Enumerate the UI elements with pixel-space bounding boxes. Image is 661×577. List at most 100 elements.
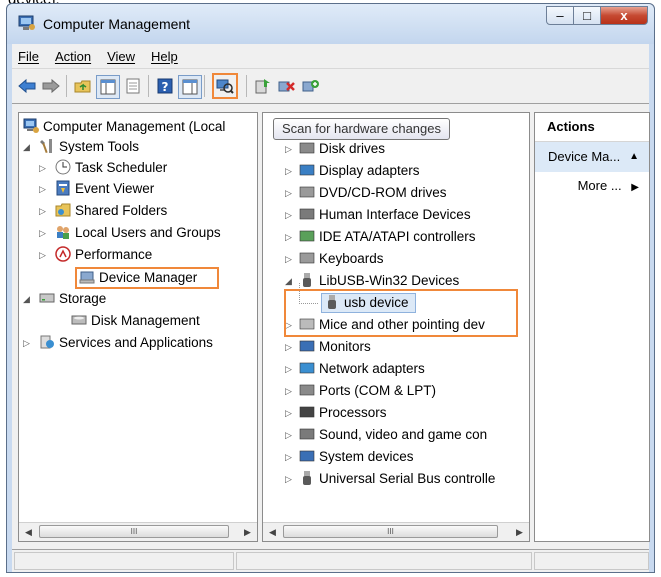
middle-horizontal-scrollbar[interactable]: ◀ III ▶ (263, 522, 529, 541)
device-category-label: DVD/CD-ROM drives (319, 185, 447, 200)
device-category-5[interactable]: ▷ IDE ATA/ATAPI controllers (285, 227, 476, 247)
menu-view[interactable]: View (107, 49, 135, 64)
forward-arrow-icon (42, 78, 60, 94)
storage-icon (39, 293, 55, 303)
expand-arrow-icon[interactable]: ▷ (285, 139, 295, 159)
update-driver-icon (255, 79, 270, 94)
forward-button[interactable] (40, 75, 62, 97)
tree-item-task-scheduler[interactable]: ▷ Task Scheduler (39, 158, 167, 178)
help-button[interactable]: ? (154, 75, 176, 97)
scroll-left-button[interactable]: ◀ (20, 524, 37, 540)
scroll-right-button[interactable]: ▶ (511, 524, 528, 540)
expand-arrow-icon[interactable]: ▷ (285, 403, 295, 423)
device-category-13[interactable]: ▷ Processors (285, 403, 387, 423)
menu-action[interactable]: Action (55, 49, 91, 64)
tree-item-performance[interactable]: ▷ Performance (39, 245, 152, 265)
expand-arrow-icon[interactable]: ▷ (285, 447, 295, 467)
device-category-15[interactable]: ▷ System devices (285, 447, 414, 467)
tree-item-device-manager[interactable]: Device Manager (75, 267, 219, 289)
window-title: Computer Management (43, 16, 191, 32)
minimize-button[interactable]: – (546, 6, 574, 25)
tree-item-local-users-and-groups[interactable]: ▷ Local Users and Groups (39, 223, 221, 243)
menu-bar: File Action View Help (12, 44, 649, 68)
left-horizontal-scrollbar[interactable]: ◀ III ▶ (19, 522, 257, 541)
ide-controller-icon (299, 230, 315, 242)
device-category-4[interactable]: ▷ Human Interface Devices (285, 205, 471, 225)
expand-arrow-icon[interactable]: ▷ (39, 201, 49, 221)
expand-arrow-icon[interactable]: ▷ (285, 227, 295, 247)
expand-arrow-icon[interactable]: ▷ (285, 249, 295, 269)
expand-arrow-icon[interactable]: ▷ (39, 158, 49, 178)
tree-item-services-and-applications[interactable]: ▷ Services and Applications (23, 333, 213, 353)
tree-item-disk-management[interactable]: Disk Management (55, 311, 200, 331)
device-category-6[interactable]: ▷ Keyboards (285, 249, 384, 269)
device-category-3[interactable]: ▷ DVD/CD-ROM drives (285, 183, 447, 203)
export-list-button[interactable] (122, 75, 144, 97)
collapse-arrow-icon[interactable]: ◢ (23, 137, 33, 157)
toolbar: ? (12, 68, 649, 104)
device-category-14[interactable]: ▷ Sound, video and game con (285, 425, 488, 445)
clock-icon (55, 159, 71, 175)
expand-arrow-icon[interactable]: ▷ (285, 337, 295, 357)
disk-drive-icon (299, 142, 315, 154)
device-category-label: Human Interface Devices (319, 207, 471, 222)
maximize-button[interactable]: □ (573, 6, 601, 25)
more-actions-link[interactable]: More ... ▶ (535, 173, 649, 199)
scroll-left-button[interactable]: ◀ (264, 524, 281, 540)
device-category-10[interactable]: ▷ Monitors (285, 337, 371, 357)
title-bar[interactable]: Computer Management – □ x (7, 4, 654, 44)
up-folder-button[interactable] (72, 75, 94, 97)
disk-management-icon (71, 315, 87, 325)
expand-arrow-icon[interactable]: ▷ (285, 381, 295, 401)
expand-arrow-icon[interactable]: ▷ (285, 469, 295, 489)
expand-arrow-icon[interactable]: ▷ (285, 205, 295, 225)
device-category-label: LibUSB-Win32 Devices (319, 273, 460, 288)
device-category-label: Ports (COM & LPT) (319, 383, 437, 398)
scroll-right-button[interactable]: ▶ (239, 524, 256, 540)
actions-section-device-manager[interactable]: Device Ma... ▲ (535, 142, 649, 172)
device-category-label: Universal Serial Bus controlle (319, 471, 496, 486)
minimize-icon: – (556, 8, 564, 23)
tree-item-system-tools[interactable]: ◢ System Tools (23, 137, 139, 157)
expand-arrow-icon[interactable]: ▷ (39, 223, 49, 243)
device-category-11[interactable]: ▷ Network adapters (285, 359, 425, 379)
expand-arrow-icon[interactable]: ▷ (23, 333, 33, 353)
expand-arrow-icon[interactable]: ▷ (39, 245, 49, 265)
scan-hardware-changes-button[interactable] (212, 73, 238, 99)
back-button[interactable] (16, 75, 38, 97)
show-console-tree-button[interactable] (96, 75, 120, 99)
scan-hardware-icon (216, 79, 234, 94)
hid-icon (299, 208, 315, 220)
submenu-arrow-icon: ▶ (631, 182, 639, 193)
enable-device-button[interactable] (300, 75, 322, 97)
tree-item-storage[interactable]: ◢ Storage (23, 289, 106, 309)
close-button[interactable]: x (600, 6, 648, 25)
tree-item-shared-folders[interactable]: ▷ Shared Folders (39, 201, 167, 221)
tree-item-event-viewer[interactable]: ▷ Event Viewer (39, 179, 154, 199)
menu-help[interactable]: Help (151, 49, 178, 64)
menu-file[interactable]: File (18, 49, 39, 64)
update-driver-button[interactable] (252, 75, 274, 97)
collapse-arrow-icon[interactable]: ◢ (23, 289, 33, 309)
expand-arrow-icon[interactable]: ▷ (285, 183, 295, 203)
expand-arrow-icon[interactable]: ▷ (39, 179, 49, 199)
display-adapter-icon (299, 164, 315, 176)
export-list-icon (126, 78, 140, 94)
device-category-7[interactable]: ◢ LibUSB-Win32 Devices (285, 271, 460, 291)
expand-arrow-icon[interactable]: ▷ (285, 359, 295, 379)
device-category-label: Sound, video and game con (319, 427, 488, 442)
tree-item-computer-management[interactable]: Computer Management (Local (23, 117, 225, 137)
device-category-16[interactable]: ▷ Universal Serial Bus controlle (285, 469, 496, 489)
expand-arrow-icon[interactable]: ▷ (285, 161, 295, 181)
scroll-thumb[interactable]: III (39, 525, 229, 538)
scroll-thumb[interactable]: III (283, 525, 498, 538)
monitor-icon (299, 340, 315, 352)
disable-device-button[interactable] (276, 75, 298, 97)
device-category-2[interactable]: ▷ Display adapters (285, 161, 420, 181)
svg-text:?: ? (162, 80, 169, 94)
show-action-pane-button[interactable] (178, 75, 202, 99)
expand-arrow-icon[interactable]: ▷ (285, 425, 295, 445)
device-category-1[interactable]: ▷ Disk drives (285, 139, 385, 159)
collapse-arrow-icon[interactable]: ◢ (285, 271, 295, 291)
device-category-12[interactable]: ▷ Ports (COM & LPT) (285, 381, 437, 401)
